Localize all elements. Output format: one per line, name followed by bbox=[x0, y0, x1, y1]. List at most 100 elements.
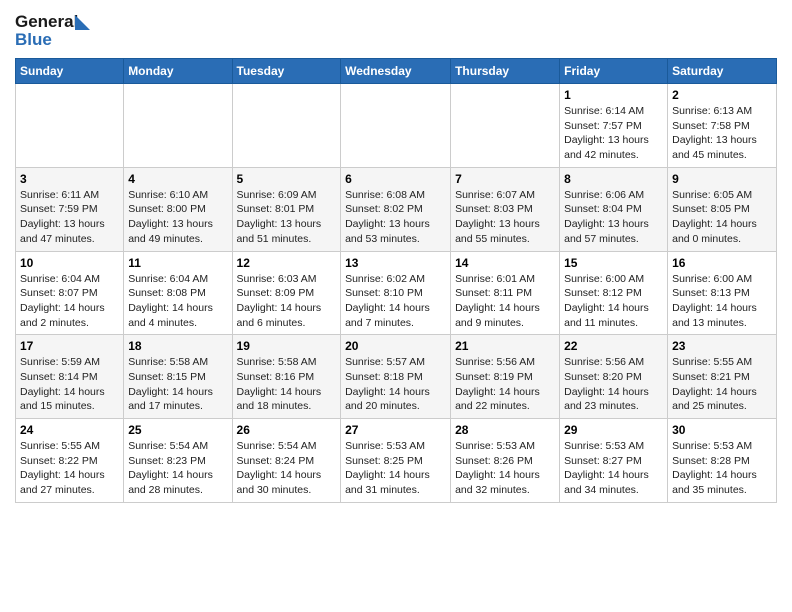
calendar-cell: 5 Sunrise: 6:09 AM Sunset: 8:01 PM Daylig… bbox=[232, 167, 341, 251]
day-info: Sunrise: 5:54 AM Sunset: 8:23 PM Dayligh… bbox=[128, 439, 227, 498]
day-number: 29 bbox=[564, 423, 663, 437]
calendar-cell: 18 Sunrise: 5:58 AM Sunset: 8:15 PM Dayli… bbox=[124, 335, 232, 419]
day-info: Sunrise: 5:55 AM Sunset: 8:21 PM Dayligh… bbox=[672, 355, 772, 414]
day-number: 6 bbox=[345, 172, 446, 186]
calendar-cell: 6 Sunrise: 6:08 AM Sunset: 8:02 PM Daylig… bbox=[341, 167, 451, 251]
calendar-cell: 17 Sunrise: 5:59 AM Sunset: 8:14 PM Dayli… bbox=[16, 335, 124, 419]
day-info: Sunrise: 6:13 AM Sunset: 7:58 PM Dayligh… bbox=[672, 104, 772, 163]
day-info: Sunrise: 6:05 AM Sunset: 8:05 PM Dayligh… bbox=[672, 188, 772, 247]
calendar-table: SundayMondayTuesdayWednesdayThursdayFrid… bbox=[15, 58, 777, 503]
day-info: Sunrise: 6:09 AM Sunset: 8:01 PM Dayligh… bbox=[237, 188, 337, 247]
day-info: Sunrise: 6:04 AM Sunset: 8:08 PM Dayligh… bbox=[128, 272, 227, 331]
calendar-cell: 14Sunrise: 6:01 AM Sunset: 8:11 PM Dayli… bbox=[451, 251, 560, 335]
weekday-header: Friday bbox=[560, 59, 668, 84]
calendar-week-row: 3Sunrise: 6:11 AM Sunset: 7:59 PM Daylig… bbox=[16, 167, 777, 251]
day-number: 19 bbox=[237, 339, 337, 353]
calendar-cell: 24 Sunrise: 5:55 AM Sunset: 8:22 PM Dayli… bbox=[16, 419, 124, 503]
day-number: 17 bbox=[20, 339, 119, 353]
calendar-cell: 30 Sunrise: 5:53 AM Sunset: 8:28 PM Dayli… bbox=[668, 419, 777, 503]
calendar-cell: 25 Sunrise: 5:54 AM Sunset: 8:23 PM Dayli… bbox=[124, 419, 232, 503]
day-number: 15 bbox=[564, 256, 663, 270]
calendar-cell bbox=[451, 84, 560, 168]
day-info: Sunrise: 5:53 AM Sunset: 8:28 PM Dayligh… bbox=[672, 439, 772, 498]
calendar-cell: 27Sunrise: 5:53 AM Sunset: 8:25 PM Dayli… bbox=[341, 419, 451, 503]
day-info: Sunrise: 6:10 AM Sunset: 8:00 PM Dayligh… bbox=[128, 188, 227, 247]
page-header: GeneralBlue bbox=[15, 10, 777, 50]
day-info: Sunrise: 6:08 AM Sunset: 8:02 PM Dayligh… bbox=[345, 188, 446, 247]
logo-icon: GeneralBlue bbox=[15, 10, 95, 50]
calendar-cell: 12 Sunrise: 6:03 AM Sunset: 8:09 PM Dayli… bbox=[232, 251, 341, 335]
calendar-header-row: SundayMondayTuesdayWednesdayThursdayFrid… bbox=[16, 59, 777, 84]
calendar-week-row: 10 Sunrise: 6:04 AM Sunset: 8:07 PM Dayli… bbox=[16, 251, 777, 335]
calendar-week-row: 17 Sunrise: 5:59 AM Sunset: 8:14 PM Dayli… bbox=[16, 335, 777, 419]
day-number: 23 bbox=[672, 339, 772, 353]
calendar-body: 1 Sunrise: 6:14 AM Sunset: 7:57 PM Daylig… bbox=[16, 84, 777, 503]
day-info: Sunrise: 6:06 AM Sunset: 8:04 PM Dayligh… bbox=[564, 188, 663, 247]
day-info: Sunrise: 6:03 AM Sunset: 8:09 PM Dayligh… bbox=[237, 272, 337, 331]
day-number: 28 bbox=[455, 423, 555, 437]
calendar-cell: 19 Sunrise: 5:58 AM Sunset: 8:16 PM Dayli… bbox=[232, 335, 341, 419]
day-info: Sunrise: 6:00 AM Sunset: 8:13 PM Dayligh… bbox=[672, 272, 772, 331]
day-number: 26 bbox=[237, 423, 337, 437]
weekday-header: Thursday bbox=[451, 59, 560, 84]
day-number: 16 bbox=[672, 256, 772, 270]
weekday-header: Monday bbox=[124, 59, 232, 84]
day-info: Sunrise: 5:57 AM Sunset: 8:18 PM Dayligh… bbox=[345, 355, 446, 414]
day-info: Sunrise: 5:54 AM Sunset: 8:24 PM Dayligh… bbox=[237, 439, 337, 498]
calendar-cell: 10 Sunrise: 6:04 AM Sunset: 8:07 PM Dayli… bbox=[16, 251, 124, 335]
day-number: 13 bbox=[345, 256, 446, 270]
day-info: Sunrise: 5:53 AM Sunset: 8:26 PM Dayligh… bbox=[455, 439, 555, 498]
day-info: Sunrise: 5:56 AM Sunset: 8:19 PM Dayligh… bbox=[455, 355, 555, 414]
weekday-header: Tuesday bbox=[232, 59, 341, 84]
calendar-week-row: 24 Sunrise: 5:55 AM Sunset: 8:22 PM Dayli… bbox=[16, 419, 777, 503]
day-number: 10 bbox=[20, 256, 119, 270]
day-number: 18 bbox=[128, 339, 227, 353]
day-info: Sunrise: 6:01 AM Sunset: 8:11 PM Dayligh… bbox=[455, 272, 555, 331]
calendar-cell: 16 Sunrise: 6:00 AM Sunset: 8:13 PM Dayli… bbox=[668, 251, 777, 335]
calendar-cell: 1 Sunrise: 6:14 AM Sunset: 7:57 PM Daylig… bbox=[560, 84, 668, 168]
calendar-cell: 2 Sunrise: 6:13 AM Sunset: 7:58 PM Daylig… bbox=[668, 84, 777, 168]
calendar-cell: 20 Sunrise: 5:57 AM Sunset: 8:18 PM Dayli… bbox=[341, 335, 451, 419]
day-info: Sunrise: 5:55 AM Sunset: 8:22 PM Dayligh… bbox=[20, 439, 119, 498]
day-info: Sunrise: 6:14 AM Sunset: 7:57 PM Dayligh… bbox=[564, 104, 663, 163]
svg-text:General: General bbox=[15, 12, 78, 31]
day-info: Sunrise: 5:53 AM Sunset: 8:27 PM Dayligh… bbox=[564, 439, 663, 498]
day-number: 12 bbox=[237, 256, 337, 270]
day-number: 7 bbox=[455, 172, 555, 186]
day-number: 1 bbox=[564, 88, 663, 102]
weekday-header: Sunday bbox=[16, 59, 124, 84]
day-info: Sunrise: 5:56 AM Sunset: 8:20 PM Dayligh… bbox=[564, 355, 663, 414]
day-number: 2 bbox=[672, 88, 772, 102]
calendar-cell: 28 Sunrise: 5:53 AM Sunset: 8:26 PM Dayli… bbox=[451, 419, 560, 503]
day-info: Sunrise: 5:58 AM Sunset: 8:16 PM Dayligh… bbox=[237, 355, 337, 414]
day-number: 4 bbox=[128, 172, 227, 186]
day-number: 20 bbox=[345, 339, 446, 353]
day-info: Sunrise: 5:59 AM Sunset: 8:14 PM Dayligh… bbox=[20, 355, 119, 414]
day-info: Sunrise: 6:04 AM Sunset: 8:07 PM Dayligh… bbox=[20, 272, 119, 331]
calendar-cell: 4 Sunrise: 6:10 AM Sunset: 8:00 PM Daylig… bbox=[124, 167, 232, 251]
day-info: Sunrise: 6:00 AM Sunset: 8:12 PM Dayligh… bbox=[564, 272, 663, 331]
day-number: 8 bbox=[564, 172, 663, 186]
calendar-cell: 7Sunrise: 6:07 AM Sunset: 8:03 PM Daylig… bbox=[451, 167, 560, 251]
day-number: 24 bbox=[20, 423, 119, 437]
day-info: Sunrise: 6:02 AM Sunset: 8:10 PM Dayligh… bbox=[345, 272, 446, 331]
calendar-cell bbox=[232, 84, 341, 168]
calendar-cell bbox=[16, 84, 124, 168]
day-number: 25 bbox=[128, 423, 227, 437]
calendar-cell: 9Sunrise: 6:05 AM Sunset: 8:05 PM Daylig… bbox=[668, 167, 777, 251]
day-number: 11 bbox=[128, 256, 227, 270]
day-number: 22 bbox=[564, 339, 663, 353]
day-number: 27 bbox=[345, 423, 446, 437]
calendar-cell bbox=[341, 84, 451, 168]
weekday-header: Saturday bbox=[668, 59, 777, 84]
day-info: Sunrise: 5:58 AM Sunset: 8:15 PM Dayligh… bbox=[128, 355, 227, 414]
calendar-cell bbox=[124, 84, 232, 168]
calendar-week-row: 1 Sunrise: 6:14 AM Sunset: 7:57 PM Daylig… bbox=[16, 84, 777, 168]
calendar-cell: 11 Sunrise: 6:04 AM Sunset: 8:08 PM Dayli… bbox=[124, 251, 232, 335]
calendar-cell: 29 Sunrise: 5:53 AM Sunset: 8:27 PM Dayli… bbox=[560, 419, 668, 503]
calendar-cell: 26 Sunrise: 5:54 AM Sunset: 8:24 PM Dayli… bbox=[232, 419, 341, 503]
calendar-cell: 13 Sunrise: 6:02 AM Sunset: 8:10 PM Dayli… bbox=[341, 251, 451, 335]
day-number: 5 bbox=[237, 172, 337, 186]
day-number: 30 bbox=[672, 423, 772, 437]
calendar-cell: 8 Sunrise: 6:06 AM Sunset: 8:04 PM Daylig… bbox=[560, 167, 668, 251]
